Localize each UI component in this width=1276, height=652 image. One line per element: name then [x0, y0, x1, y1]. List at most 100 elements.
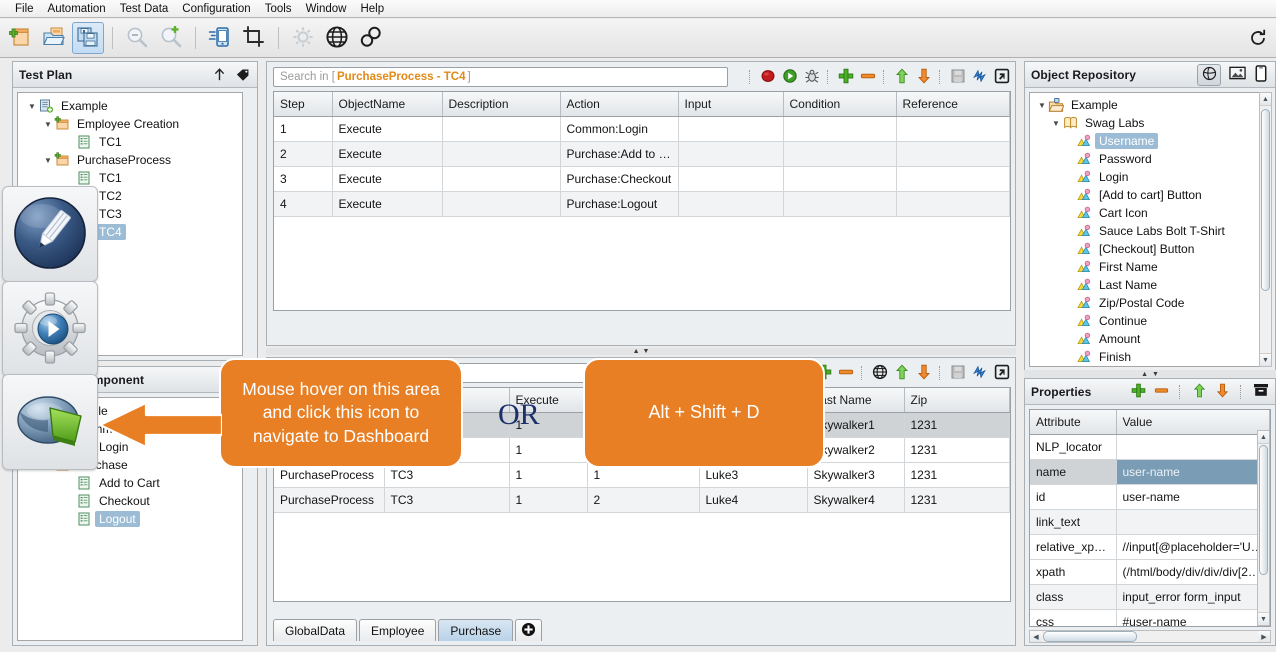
- search-input[interactable]: Search in [ PurchaseProcess - TC4 ]: [273, 67, 728, 87]
- dashboard-nav-button[interactable]: [2, 374, 98, 470]
- scroll-up-icon[interactable]: ▲: [1260, 93, 1271, 106]
- table-row[interactable]: 3 Execute Purchase:Checkout: [274, 166, 1010, 192]
- mobile-device-button[interactable]: [204, 22, 236, 54]
- menu-tools[interactable]: Tools: [258, 2, 299, 16]
- col-condition[interactable]: Condition: [783, 92, 897, 117]
- or-node-amount[interactable]: Amount: [1032, 330, 1258, 348]
- or-node-zip-postal-code[interactable]: Zip/Postal Code: [1032, 294, 1258, 312]
- property-move-down-button[interactable]: [1214, 383, 1231, 400]
- table-row[interactable]: id user-name: [1030, 484, 1270, 510]
- design-nav-button[interactable]: [2, 186, 98, 282]
- table-row[interactable]: 2 Execute Purchase:Add to C...: [274, 141, 1010, 167]
- web-object-button[interactable]: [1197, 63, 1221, 86]
- or-node-finish[interactable]: Finish: [1032, 348, 1258, 366]
- object-repository-tree-container[interactable]: ▼ Example ▼ Swag Labs Username Password …: [1029, 92, 1261, 367]
- tree-twisty[interactable]: ▼: [42, 156, 54, 165]
- or-node-sauce-labs-bolt-tshirt[interactable]: Sauce Labs Bolt T-Shirt: [1032, 222, 1258, 240]
- col-reference[interactable]: Reference: [896, 92, 1010, 117]
- scroll-left-icon[interactable]: ◀: [1030, 631, 1042, 642]
- or-node-continue[interactable]: Continue: [1032, 312, 1258, 330]
- scroll-right-icon[interactable]: ▶: [1258, 631, 1270, 642]
- rc-node-add-to-cart[interactable]: Add to Cart: [20, 474, 240, 492]
- table-row[interactable]: PurchaseProcess TC3 1 2 Luke4 Skywalker4…: [274, 487, 1010, 513]
- table-row[interactable]: link_text: [1030, 509, 1270, 535]
- data-globe-button[interactable]: [870, 364, 889, 383]
- tree-node-employee-creation[interactable]: ▼ Employee Creation: [20, 115, 240, 133]
- property-move-up-button[interactable]: [1191, 383, 1208, 400]
- col-objectname[interactable]: ObjectName: [332, 92, 443, 117]
- remove-step-button[interactable]: [858, 68, 877, 87]
- splitter-up-icon[interactable]: ▲: [633, 348, 640, 355]
- menu-window[interactable]: Window: [299, 2, 354, 16]
- data-save-button[interactable]: [948, 364, 967, 383]
- zoom-in-button[interactable]: [155, 22, 187, 54]
- table-row[interactable]: class input_error form_input: [1030, 584, 1270, 610]
- or-node-cart-icon[interactable]: Cart Icon: [1032, 204, 1258, 222]
- tree-node-example[interactable]: ▼ Example: [20, 97, 240, 115]
- property-add-button[interactable]: [1130, 383, 1147, 400]
- link-button[interactable]: [355, 22, 387, 54]
- table-row[interactable]: 1 Execute Common:Login: [274, 116, 1010, 142]
- popout-button[interactable]: [992, 68, 1011, 87]
- tree-twisty[interactable]: ▼: [1050, 119, 1062, 128]
- move-up-button[interactable]: [892, 68, 911, 87]
- or-node-example[interactable]: ▼ Example: [1032, 96, 1258, 114]
- scroll-up-icon[interactable]: ▲: [1258, 431, 1269, 444]
- scroll-down-icon[interactable]: ▼: [1258, 612, 1269, 625]
- save-button[interactable]: [72, 22, 104, 54]
- or-node-password[interactable]: Password: [1032, 150, 1258, 168]
- refresh-button[interactable]: [1246, 27, 1270, 51]
- or-node-username[interactable]: Username: [1032, 132, 1258, 150]
- mobile-object-button[interactable]: [1253, 64, 1269, 83]
- properties-grid[interactable]: Attribute Value NLP_locator name user-na…: [1029, 409, 1271, 627]
- tree-twisty[interactable]: ▼: [1036, 101, 1048, 110]
- rc-node-logout[interactable]: Logout: [20, 510, 240, 528]
- splitter-down-icon[interactable]: ▼: [643, 348, 650, 355]
- cell-value[interactable]: //input[@placeholder='Usern: [1116, 534, 1270, 560]
- table-row[interactable]: css #user-name: [1030, 609, 1270, 626]
- menu-test-data[interactable]: Test Data: [113, 2, 176, 16]
- table-row[interactable]: xpath (/html/body/div/div/div[2]/div/: [1030, 559, 1270, 585]
- cell-value[interactable]: user-name: [1116, 484, 1270, 510]
- center-splitter[interactable]: ▲ ▼: [266, 348, 1016, 355]
- tag-icon[interactable]: [234, 66, 251, 83]
- col-zip[interactable]: Zip: [904, 388, 1010, 413]
- table-row[interactable]: 4 Execute Purchase:Logout: [274, 191, 1010, 217]
- or-node-swag-labs[interactable]: ▼ Swag Labs: [1032, 114, 1258, 132]
- tree-node-purchaseprocess[interactable]: ▼ PurchaseProcess: [20, 151, 240, 169]
- data-sync-button[interactable]: [970, 364, 989, 383]
- properties-hscrollbar[interactable]: ◀ ▶: [1029, 630, 1271, 643]
- cell-value[interactable]: user-name: [1116, 459, 1270, 485]
- tab-globaldata[interactable]: GlobalData: [273, 619, 358, 641]
- cell-value[interactable]: #user-name: [1116, 609, 1270, 626]
- add-step-button[interactable]: [836, 68, 855, 87]
- or-node-login[interactable]: Login: [1032, 168, 1258, 186]
- tab-purchase[interactable]: Purchase: [438, 619, 514, 641]
- col-input[interactable]: Input: [678, 92, 784, 117]
- cell-value[interactable]: (/html/body/div/div/div[2]/div/: [1116, 559, 1270, 585]
- object-repository-scrollbar[interactable]: ▲ ▼: [1259, 92, 1272, 367]
- col-value[interactable]: Value: [1116, 410, 1270, 435]
- tree-node-tc1[interactable]: TC1: [20, 169, 240, 187]
- record-button[interactable]: [758, 68, 777, 87]
- image-object-button[interactable]: [1227, 66, 1247, 83]
- table-row[interactable]: name user-name: [1030, 459, 1270, 485]
- new-file-button[interactable]: [4, 22, 36, 54]
- cell-value[interactable]: [1116, 434, 1270, 460]
- data-popout-button[interactable]: [992, 364, 1011, 383]
- data-remove-button[interactable]: [836, 364, 855, 383]
- scroll-down-icon[interactable]: ▼: [1260, 353, 1271, 366]
- or-node-checkout-button[interactable]: [Checkout] Button: [1032, 240, 1258, 258]
- or-node-last-name[interactable]: Last Name: [1032, 276, 1258, 294]
- web-button[interactable]: [321, 22, 353, 54]
- col-description[interactable]: Description: [442, 92, 561, 117]
- zoom-out-button[interactable]: [121, 22, 153, 54]
- scrollbar-thumb[interactable]: [1261, 109, 1270, 291]
- collapse-up-icon[interactable]: [211, 66, 228, 83]
- tree-twisty[interactable]: ▼: [26, 102, 38, 111]
- open-file-button[interactable]: [38, 22, 70, 54]
- add-sheet-tab-button[interactable]: [515, 619, 543, 641]
- scrollbar-thumb[interactable]: [1259, 445, 1268, 575]
- execute-nav-button[interactable]: [2, 281, 98, 377]
- menu-file[interactable]: File: [8, 2, 41, 16]
